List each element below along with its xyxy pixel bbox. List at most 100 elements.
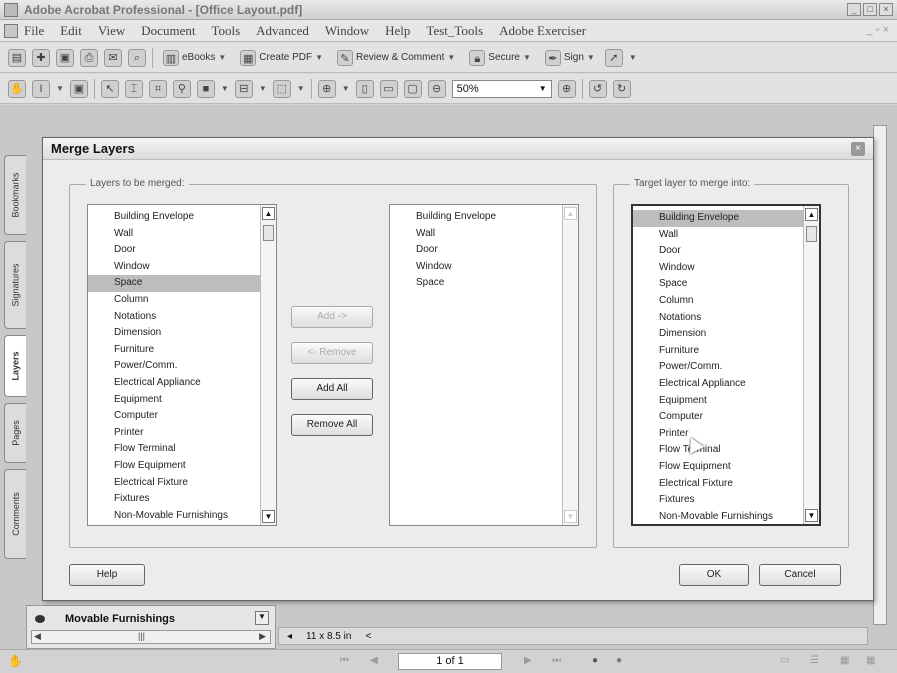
source-layer-list[interactable]: Building Envelope Wall Door Window Space Colu… — [87, 204, 277, 526]
ok-button[interactable]: OK — [679, 564, 749, 586]
select-tool-icon[interactable]: ➚ — [604, 48, 623, 67]
magnify-icon[interactable]: ⊕ — [317, 79, 336, 98]
layers-to-merge-list[interactable]: Building Envelope Wall Door Window Space ▲ ▼ — [389, 204, 579, 526]
list-item[interactable]: Fixtures — [633, 492, 819, 509]
list-item[interactable]: Furniture — [88, 342, 276, 359]
measure-icon[interactable]: ⊟ — [234, 79, 253, 98]
crop-icon[interactable]: ⌗ — [148, 79, 167, 98]
cancel-button[interactable]: Cancel — [759, 564, 841, 586]
list-item[interactable]: Electrical Fixture — [88, 475, 276, 492]
create-pdf-button[interactable]: ▦ Create PDF ▼ — [236, 48, 327, 68]
scroll-up-icon[interactable]: ▲ — [805, 208, 818, 221]
find-icon[interactable]: ⌕ — [128, 48, 146, 67]
list-item[interactable]: Column — [633, 293, 819, 310]
source-list-scrollbar[interactable]: ▲ ▼ — [260, 205, 276, 525]
list-item[interactable]: Building Envelope — [390, 209, 578, 226]
eye-icon[interactable] — [35, 615, 45, 623]
list-item[interactable]: Non-Movable Furnishings — [88, 508, 276, 525]
scroll-up-icon[interactable]: ▲ — [262, 207, 275, 220]
touchup-icon[interactable]: ⌶ — [124, 79, 143, 98]
ebooks-button[interactable]: ▥ eBooks ▼ — [159, 48, 230, 68]
actual-size-icon[interactable]: ▯ — [355, 79, 374, 98]
list-item[interactable]: Non-Movable Furnishings — [633, 509, 819, 524]
create-icon[interactable]: ✚ — [32, 48, 50, 67]
list-item[interactable]: Space — [88, 275, 276, 292]
remove-all-button[interactable]: Remove All — [291, 414, 373, 436]
page-number-field[interactable]: 1 of 1 — [398, 653, 502, 670]
tab-bookmarks[interactable]: Bookmarks — [4, 155, 26, 235]
menu-test-tools[interactable]: Test_Tools — [426, 23, 483, 39]
snapshot-icon[interactable]: ▣ — [69, 79, 88, 98]
go-forward-icon[interactable]: ● — [616, 655, 628, 667]
list-item[interactable]: Electrical Appliance — [633, 376, 819, 393]
print-icon[interactable]: ⎙ — [80, 48, 98, 67]
list-item[interactable]: Notations — [633, 310, 819, 327]
list-item[interactable]: Window — [390, 259, 578, 276]
menu-adobe-exerciser[interactable]: Adobe Exerciser — [499, 23, 586, 39]
list-item[interactable]: Window — [633, 260, 819, 277]
email-icon[interactable]: ✉ — [104, 48, 122, 67]
continuous-facing-icon[interactable]: ▦ — [866, 655, 878, 667]
list-item[interactable]: Building Envelope — [88, 209, 276, 226]
document-icon[interactable] — [4, 23, 18, 38]
target-layer-list[interactable]: Building Envelope Wall Door Window Space Colu… — [631, 204, 821, 526]
save-icon[interactable]: ▣ — [56, 48, 74, 67]
sign-button[interactable]: ✒ Sign ▼ — [541, 48, 599, 68]
list-item[interactable]: Window — [88, 259, 276, 276]
pointer-icon[interactable]: ↖ — [100, 79, 119, 98]
list-item[interactable]: Dimension — [88, 325, 276, 342]
chevron-down-icon[interactable]: ▼ — [221, 84, 229, 93]
menu-window[interactable]: Window — [325, 23, 369, 39]
list-item[interactable]: Electrical Appliance — [88, 375, 276, 392]
open-icon[interactable]: ▤ — [8, 48, 26, 67]
scroll-left-icon[interactable]: < — [365, 631, 371, 642]
list-item[interactable]: Wall — [633, 227, 819, 244]
scroll-up-icon[interactable]: ▲ — [564, 207, 577, 220]
list-item[interactable]: Door — [88, 242, 276, 259]
continuous-icon[interactable]: ☰ — [810, 655, 822, 667]
chevron-down-icon[interactable]: ▼ — [259, 84, 267, 93]
prev-page-icon[interactable]: ◀ — [370, 655, 382, 667]
hand-icon[interactable]: ✋ — [8, 79, 26, 98]
list-item[interactable]: Door — [390, 242, 578, 259]
fit-page-icon[interactable]: ▭ — [379, 79, 398, 98]
go-back-icon[interactable]: ● — [592, 655, 604, 667]
list-item[interactable]: Printer — [88, 425, 276, 442]
maximize-icon[interactable]: □ — [863, 3, 877, 16]
text-select-icon[interactable]: I — [32, 79, 50, 98]
first-page-icon[interactable]: ⏮ — [340, 655, 352, 667]
zoom-field[interactable]: 50% ▼ — [451, 79, 552, 98]
target-list-scrollbar[interactable]: ▲ ▼ — [803, 206, 819, 524]
list-item[interactable]: Door — [633, 243, 819, 260]
list-item[interactable]: Flow Terminal — [88, 441, 276, 458]
last-page-icon[interactable]: ⏭ — [552, 655, 564, 667]
list-item[interactable]: Flow Equipment — [633, 459, 819, 476]
secure-button[interactable]: 🔒︎ Secure ▼ — [465, 48, 535, 68]
doc-window-controls[interactable]: _ ▫ × — [866, 24, 889, 36]
hand-tool-icon[interactable]: ✋ — [8, 654, 23, 668]
list-item[interactable]: Power/Comm. — [633, 359, 819, 376]
list-item[interactable]: Power/Comm. — [88, 358, 276, 375]
zoom-out-icon[interactable]: ⊖ — [427, 79, 446, 98]
layers-hscroll[interactable]: ◀ ||| ▶ — [31, 630, 271, 644]
tab-comments[interactable]: Comments — [4, 469, 26, 559]
merge-list-scrollbar[interactable]: ▲ ▼ — [562, 205, 578, 525]
scroll-thumb[interactable] — [263, 225, 274, 241]
rotate-cw-icon[interactable]: ↻ — [612, 79, 631, 98]
list-item[interactable]: Fixtures — [88, 491, 276, 508]
shape-icon[interactable]: ■ — [196, 79, 215, 98]
help-button[interactable]: Help — [69, 564, 145, 586]
tab-signatures[interactable]: Signatures — [4, 241, 26, 329]
list-item[interactable]: Printer — [633, 426, 819, 443]
list-item[interactable]: Dimension — [633, 326, 819, 343]
menu-advanced[interactable]: Advanced — [256, 23, 309, 39]
list-item[interactable]: Space — [633, 276, 819, 293]
list-item[interactable]: Computer — [633, 409, 819, 426]
scroll-right-icon[interactable]: ▶ — [259, 631, 266, 642]
list-item[interactable]: Notations — [88, 309, 276, 326]
list-item[interactable]: Equipment — [88, 392, 276, 409]
tab-layers[interactable]: Layers — [4, 335, 26, 397]
add-all-button[interactable]: Add All — [291, 378, 373, 400]
close-icon[interactable]: × — [851, 142, 865, 156]
rotate-ccw-icon[interactable]: ↺ — [588, 79, 607, 98]
